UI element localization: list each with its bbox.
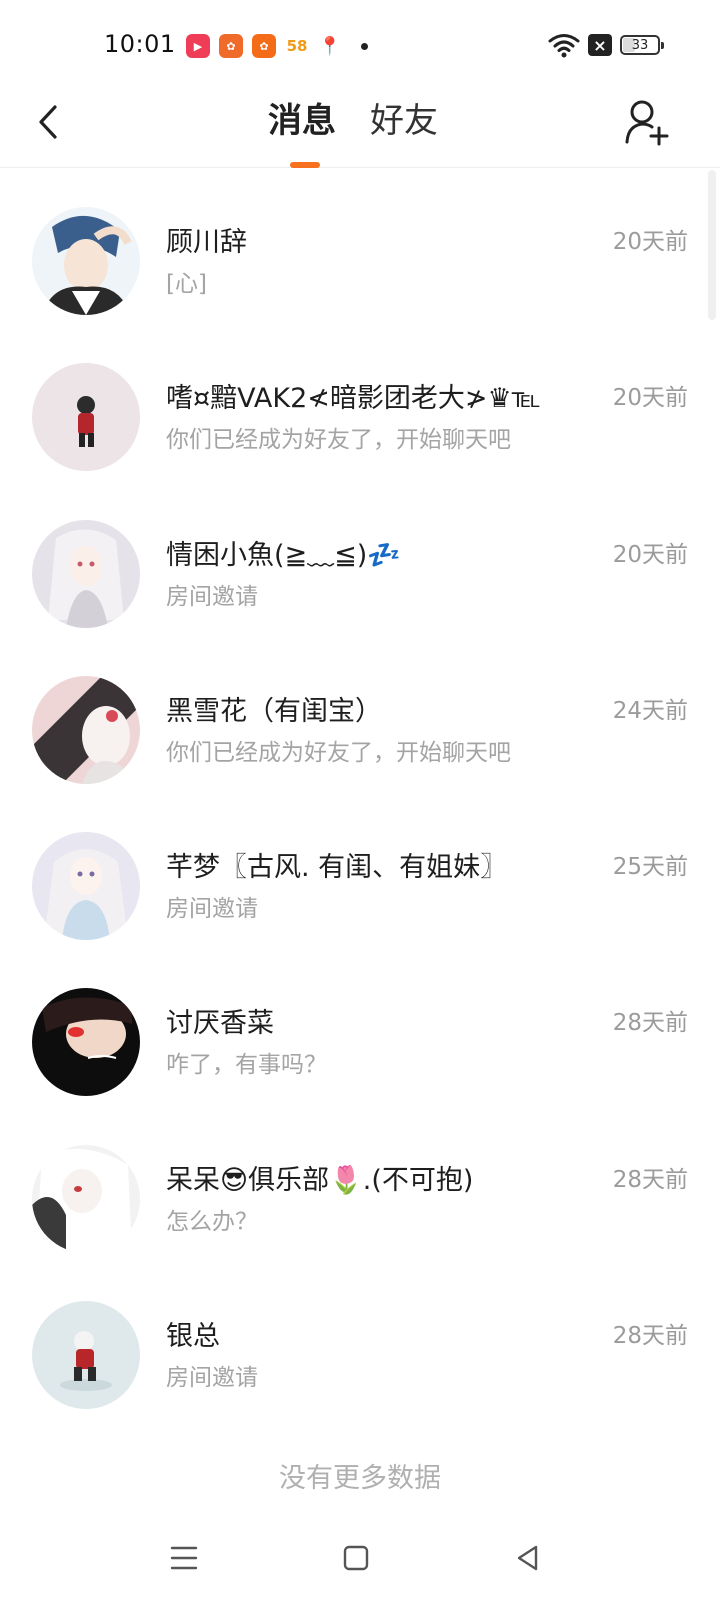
avatar[interactable] — [32, 832, 140, 941]
app-header: 消息 好友 — [0, 84, 720, 168]
chevron-left-icon — [39, 105, 57, 139]
battery-icon: 33 — [620, 35, 664, 55]
header-tabs: 消息 好友 — [268, 98, 438, 144]
contact-name: 顾川辞 — [166, 227, 247, 258]
home-square-icon — [343, 1545, 369, 1571]
avatar-image — [32, 519, 140, 628]
message-time: 20天前 — [612, 541, 688, 568]
message-preview: 你们已经成为好友了，开始聊天吧 — [166, 739, 511, 766]
map-pin-app-icon: 📍 — [318, 35, 342, 57]
avatar[interactable] — [32, 519, 140, 628]
contact-name: 情困小魚(≧﹏≦)💤 — [166, 539, 401, 571]
contact-name: 讨厌香菜 — [166, 1008, 274, 1040]
back-button[interactable] — [28, 100, 68, 144]
message-list: 顾川辞 [心] 20天前 嗜¤黯VAK2≮暗影团老大≯♛℡ 你们已经成为好友了，… — [0, 170, 720, 1420]
avatar-image — [32, 1144, 140, 1253]
menu-button[interactable] — [164, 1538, 204, 1578]
system-back-button[interactable] — [508, 1538, 548, 1578]
tab-friends[interactable]: 好友 — [370, 98, 438, 144]
video-app-icon: ▶ — [186, 34, 210, 58]
status-time: 10:01 — [104, 30, 176, 58]
message-preview: 怎么办？ — [166, 1208, 258, 1235]
contact-name: 嗜¤黯VAK2≮暗影团老大≯♛℡ — [166, 383, 541, 415]
contact-name: 银总 — [166, 1321, 220, 1353]
message-time: 25天前 — [612, 854, 688, 881]
messages-screen: 10:01 ▶ ✿ ✿ 58 📍 × 33 消息 好友 顾川辞 [心] 20天前… — [0, 0, 720, 1600]
tab-messages[interactable]: 消息 — [268, 98, 336, 144]
avatar-image — [32, 988, 140, 1097]
avatar-image — [32, 832, 140, 941]
active-tab-indicator — [290, 162, 320, 168]
avatar[interactable] — [32, 207, 140, 315]
message-preview: 你们已经成为好友了，开始聊天吧 — [166, 427, 511, 454]
avatar[interactable] — [32, 363, 140, 472]
notification-icons: ▶ ✿ ✿ 58 📍 — [186, 34, 368, 58]
message-row[interactable]: 银总 房间邀请 28天前 — [0, 1264, 720, 1420]
message-time: 24天前 — [612, 697, 688, 724]
add-user-icon — [625, 100, 669, 146]
message-time: 20天前 — [612, 385, 688, 412]
avatar-image — [32, 675, 140, 784]
message-preview: 房间邀请 — [166, 896, 258, 923]
contact-name: 芊梦〖古风. 有闺、有姐妹〗 — [166, 852, 508, 884]
no-more-data-label: 没有更多数据 — [279, 1463, 441, 1494]
message-preview: 咋了，有事吗？ — [166, 1052, 327, 1079]
kuaishou-lite-app-icon: ✿ — [252, 34, 276, 58]
add-friend-button[interactable] — [624, 98, 670, 146]
message-preview: 房间邀请 — [166, 1365, 258, 1392]
wifi-icon — [548, 34, 580, 58]
message-row[interactable]: 芊梦〖古风. 有闺、有姐妹〗 房间邀请 25天前 — [0, 795, 720, 951]
avatar-image — [32, 207, 140, 315]
home-button[interactable] — [336, 1538, 376, 1578]
no-sim-icon: × — [588, 34, 612, 56]
status-bar: 10:01 ▶ ✿ ✿ 58 📍 × 33 — [0, 0, 720, 84]
more-notifications-dot-icon — [361, 42, 368, 50]
battery-level: 33 — [631, 37, 649, 53]
message-row[interactable]: 嗜¤黯VAK2≮暗影团老大≯♛℡ 你们已经成为好友了，开始聊天吧 20天前 — [0, 326, 720, 482]
avatar[interactable] — [32, 675, 140, 784]
kuaishou-app-icon: ✿ — [219, 34, 243, 58]
58-app-icon: 58 — [286, 37, 308, 55]
message-row[interactable]: 呆呆😎俱乐部🌷.(不可抱) 怎么办？ 28天前 — [0, 1108, 720, 1264]
message-time: 28天前 — [612, 1323, 688, 1350]
avatar[interactable] — [32, 988, 140, 1097]
message-time: 28天前 — [612, 1166, 688, 1193]
message-row[interactable]: 讨厌香菜 咋了，有事吗？ 28天前 — [0, 951, 720, 1107]
contact-name: 黑雪花（有闺宝） — [166, 695, 382, 727]
message-time: 28天前 — [612, 1010, 688, 1037]
avatar[interactable] — [32, 1301, 140, 1410]
back-triangle-icon — [517, 1545, 538, 1571]
system-nav-bar — [0, 1518, 720, 1600]
message-row[interactable]: 顾川辞 [心] 20天前 — [0, 170, 720, 326]
avatar-image — [32, 363, 140, 472]
status-right: × 33 — [548, 32, 664, 58]
message-row[interactable]: 黑雪花（有闺宝） 你们已经成为好友了，开始聊天吧 24天前 — [0, 639, 720, 795]
avatar-image — [32, 1301, 140, 1410]
avatar[interactable] — [32, 1144, 140, 1253]
message-preview: [心] — [166, 271, 207, 297]
message-preview: 房间邀请 — [166, 583, 258, 610]
message-time: 20天前 — [612, 229, 688, 255]
message-row[interactable]: 情困小魚(≧﹏≦)💤 房间邀请 20天前 — [0, 483, 720, 639]
contact-name: 呆呆😎俱乐部🌷.(不可抱) — [166, 1164, 474, 1196]
menu-icon — [170, 1546, 198, 1570]
